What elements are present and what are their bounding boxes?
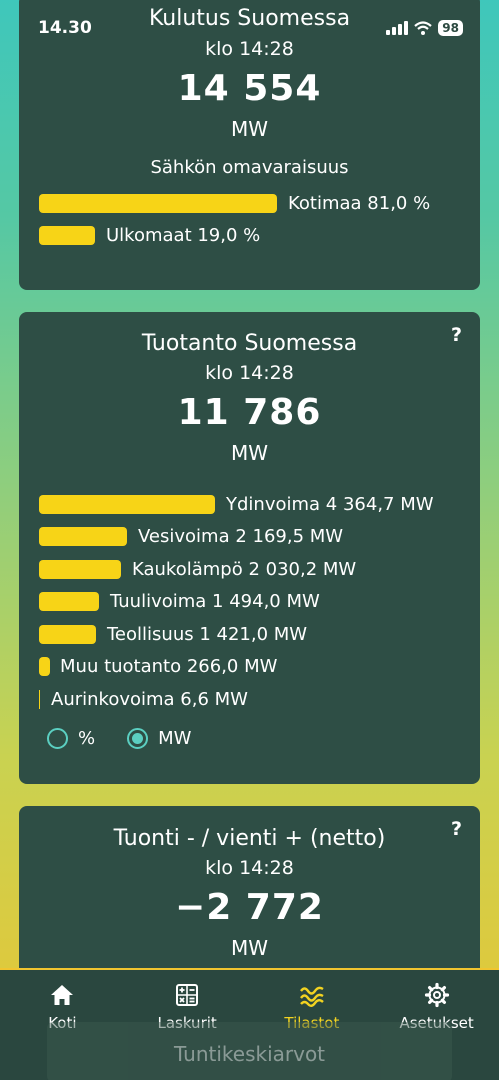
self-sufficiency-bars: Kotimaa 81,0 % Ulkomaat 19,0 % [19, 187, 480, 252]
production-card: ? Tuotanto Suomessa klo 14:28 11 786 MW … [19, 312, 480, 784]
production-unit: MW [230, 441, 269, 465]
bar-solar [39, 689, 40, 709]
bar-row-wind: Tuulivoima 1 494,0 MW [39, 586, 480, 619]
status-icons: 98 [386, 20, 463, 36]
consumption-unit: MW [230, 117, 269, 141]
wifi-icon [414, 21, 433, 35]
bar-wind [39, 592, 99, 612]
bar-row-district-heat: Kaukolämpö 2 030,2 MW [39, 553, 480, 586]
bar-label-hydro: Vesivoima 2 169,5 MW [138, 526, 344, 548]
signal-icon [386, 21, 409, 35]
status-bar: 14.30 98 [0, 0, 499, 56]
production-help-button[interactable]: ? [451, 324, 462, 346]
bar-label-domestic: Kotimaa 81,0 % [288, 192, 431, 214]
production-bars: Ydinvoima 4 364,7 MW Vesivoima 2 169,5 M… [19, 488, 480, 716]
production-time: klo 14:28 [205, 362, 294, 384]
production-title: Tuotanto Suomessa [141, 331, 358, 356]
bar-nuclear [39, 494, 215, 514]
bar-domestic [39, 193, 277, 213]
bar-row-industry: Teollisuus 1 421,0 MW [39, 618, 480, 651]
net-import-help-button[interactable]: ? [451, 818, 462, 840]
hourly-averages-card: Tuntikeskiarvot [47, 1022, 452, 1080]
consumption-value: 14 554 [177, 68, 322, 109]
home-icon [51, 985, 74, 1005]
bar-other [39, 657, 50, 677]
unit-toggle: % MW [19, 727, 480, 749]
radio-percent-label[interactable]: % [78, 728, 95, 749]
radio-mw-selected-dot [132, 732, 144, 744]
bar-foreign [39, 226, 95, 246]
bar-row-solar: Aurinkovoima 6,6 MW [39, 683, 480, 716]
bar-label-industry: Teollisuus 1 421,0 MW [107, 623, 308, 645]
bar-row-domestic: Kotimaa 81,0 % [39, 187, 480, 220]
battery-indicator: 98 [438, 20, 463, 36]
calculator-icon [176, 984, 199, 1006]
bar-label-other: Muu tuotanto 266,0 MW [60, 656, 278, 678]
bar-label-solar: Aurinkovoima 6,6 MW [51, 688, 248, 710]
radio-mw[interactable] [127, 727, 149, 749]
bar-label-foreign: Ulkomaat 19,0 % [106, 225, 261, 247]
bar-row-nuclear: Ydinvoima 4 364,7 MW [39, 488, 480, 521]
radio-mw-label[interactable]: MW [158, 728, 191, 749]
bar-label-nuclear: Ydinvoima 4 364,7 MW [226, 493, 434, 515]
hourly-averages-title: Tuntikeskiarvot [173, 1042, 326, 1066]
status-time: 14.30 [38, 18, 92, 38]
net-import-unit: MW [230, 936, 269, 960]
stats-icon [299, 986, 324, 1007]
bar-row-hydro: Vesivoima 2 169,5 MW [39, 521, 480, 554]
bar-district-heat [39, 559, 121, 579]
bar-row-foreign: Ulkomaat 19,0 % [39, 220, 480, 253]
gear-icon [424, 982, 449, 1008]
self-sufficiency-title: Sähkön omavaraisuus [150, 157, 349, 178]
bar-label-district-heat: Kaukolämpö 2 030,2 MW [132, 558, 357, 580]
radio-percent[interactable] [47, 727, 68, 749]
production-value: 11 786 [177, 392, 322, 433]
bar-label-wind: Tuulivoima 1 494,0 MW [110, 591, 320, 613]
bar-industry [39, 624, 96, 644]
net-import-time: klo 14:28 [205, 857, 294, 879]
bar-hydro [39, 527, 127, 547]
bar-row-other: Muu tuotanto 266,0 MW [39, 651, 480, 684]
net-import-title: Tuonti - / vienti + (netto) [113, 826, 386, 851]
net-import-value: −2 772 [175, 887, 324, 928]
